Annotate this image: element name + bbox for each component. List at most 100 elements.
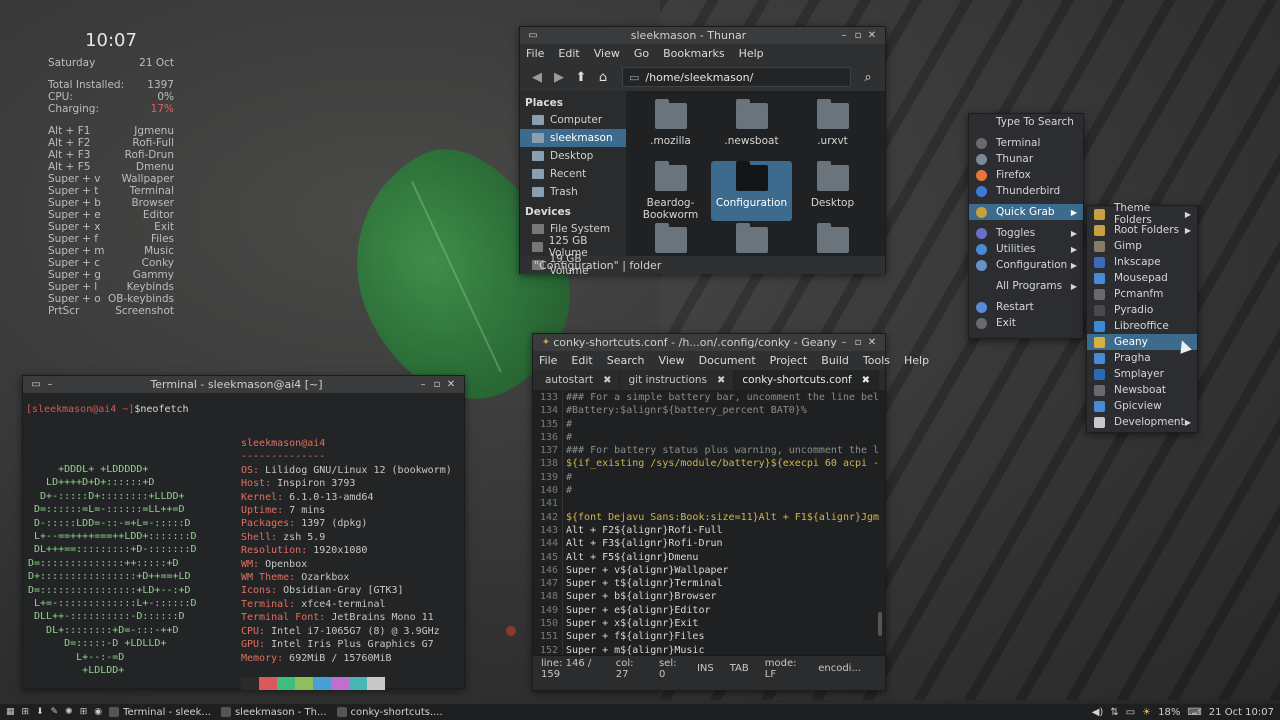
submenu-item-development[interactable]: Development ▶	[1087, 414, 1197, 430]
menu-bookmarks[interactable]: Bookmarks	[663, 47, 724, 60]
menu-help[interactable]: Help	[739, 47, 764, 60]
sidebar-item-trash[interactable]: Trash	[520, 183, 626, 201]
menu-icon[interactable]: ▦	[6, 707, 15, 717]
submenu-item-theme-folders[interactable]: Theme Folders ▶	[1087, 202, 1197, 226]
taskbar-task[interactable]: sleekmason - Th...	[220, 707, 327, 718]
menu-edit[interactable]: Edit	[571, 354, 592, 367]
submenu-item-pyradio[interactable]: Pyradio	[1087, 302, 1197, 318]
submenu-item-gpicview[interactable]: Gpicview	[1087, 398, 1197, 414]
clock[interactable]: 21 Oct 10:07	[1209, 707, 1274, 718]
search-icon[interactable]: ⌕	[857, 70, 879, 85]
download-icon[interactable]: ⬇	[36, 707, 44, 717]
grid-icon[interactable]: ⊞	[22, 707, 30, 717]
menu-view[interactable]: View	[594, 47, 620, 60]
up-icon[interactable]: ⬆	[570, 70, 592, 85]
menu-go[interactable]: Go	[634, 47, 649, 60]
submenu-item-smplayer[interactable]: Smplayer	[1087, 366, 1197, 382]
minimize-icon[interactable]: –	[416, 379, 430, 390]
menu-item-configuration[interactable]: Configuration ▶	[969, 257, 1083, 273]
maximize-icon[interactable]: ▫	[851, 337, 865, 348]
submenu-item-inkscape[interactable]: Inkscape	[1087, 254, 1197, 270]
minimize-icon[interactable]: –	[837, 337, 851, 348]
volume-icon[interactable]: ◀)	[1092, 707, 1104, 718]
file-item[interactable]: Configuration	[711, 161, 792, 221]
keyboard-icon[interactable]: ⌨	[1187, 707, 1201, 718]
close-icon[interactable]: ✖	[862, 375, 870, 386]
network-icon[interactable]: ⇅	[1110, 707, 1118, 718]
menu-item-exit[interactable]: Exit	[969, 315, 1083, 331]
back-icon[interactable]: ◀	[526, 70, 548, 85]
thunar-window[interactable]: ▭ sleekmason - Thunar – ▫ ✕ File Edit View…	[519, 26, 886, 277]
menu-item-toggles[interactable]: Toggles ▶	[969, 225, 1083, 241]
scrollbar[interactable]	[878, 612, 882, 636]
taskbar-task[interactable]: Terminal - sleek...	[109, 707, 211, 718]
submenu-item-root-folders[interactable]: Root Folders ▶	[1087, 222, 1197, 238]
close-icon[interactable]: ✖	[603, 375, 611, 386]
maximize-icon[interactable]: ▫	[430, 379, 444, 390]
menu-item-restart[interactable]: Restart	[969, 299, 1083, 315]
submenu-item-pcmanfm[interactable]: Pcmanfm	[1087, 286, 1197, 302]
geany-titlebar[interactable]: ✦ conky-shortcuts.conf - /h...on/.config…	[533, 334, 885, 351]
menu-item-thunderbird[interactable]: Thunderbird	[969, 183, 1083, 199]
sidebar-item-sleekmason[interactable]: sleekmason	[520, 129, 626, 147]
menu-build[interactable]: Build	[821, 354, 849, 367]
display-icon[interactable]: ▭	[1126, 707, 1135, 718]
sidebar-item-recent[interactable]: Recent	[520, 165, 626, 183]
file-item[interactable]: .newsboat	[711, 99, 792, 159]
maximize-icon[interactable]: ▫	[851, 30, 865, 41]
geany-window[interactable]: ✦ conky-shortcuts.conf - /h...on/.config…	[532, 333, 929, 691]
menu-item-quick-grab[interactable]: Quick Grab ▶	[969, 204, 1083, 220]
tab-autostart[interactable]: autostart ✖	[537, 370, 621, 390]
terminal-window[interactable]: ▭ – Terminal - sleekmason@ai4 [~] – ▫ ✕ …	[22, 375, 465, 690]
menu-item-all-programs[interactable]: All Programs ▶	[969, 278, 1083, 294]
submenu-item-libreoffice[interactable]: Libreoffice	[1087, 318, 1197, 334]
tab-conky-shortcuts-conf[interactable]: conky-shortcuts.conf ✖	[734, 370, 880, 390]
brightness-icon[interactable]: ☀	[1142, 707, 1151, 718]
close-icon[interactable]: ✕	[865, 337, 879, 348]
sidebar-item-computer[interactable]: Computer	[520, 111, 626, 129]
sidebar-item-desktop[interactable]: Desktop	[520, 147, 626, 165]
menu-dash-icon[interactable]: –	[43, 379, 57, 390]
file-item[interactable]	[792, 223, 873, 256]
menu-document[interactable]: Document	[699, 354, 756, 367]
file-item[interactable]	[630, 223, 711, 256]
menu-item-terminal[interactable]: Terminal	[969, 135, 1083, 151]
file-item[interactable]: .mozilla	[630, 99, 711, 159]
menu-search[interactable]: Search	[607, 354, 645, 367]
submenu-item-newsboat[interactable]: Newsboat	[1087, 382, 1197, 398]
minimize-icon[interactable]: –	[837, 30, 851, 41]
submenu-item-mousepad[interactable]: Mousepad	[1087, 270, 1197, 286]
file-item[interactable]: Desktop	[792, 161, 873, 221]
taskbar-task[interactable]: conky-shortcuts....	[336, 707, 443, 718]
menu-help[interactable]: Help	[904, 354, 929, 367]
close-icon[interactable]: ✕	[444, 379, 458, 390]
terminal-titlebar[interactable]: ▭ – Terminal - sleekmason@ai4 [~] – ▫ ✕	[23, 376, 464, 393]
terminal-output[interactable]: [sleekmason@ai4 ~]$neofetch +DDDL+ +LDDD…	[23, 393, 464, 690]
menu-file[interactable]: File	[539, 354, 557, 367]
menu-tools[interactable]: Tools	[863, 354, 890, 367]
file-item[interactable]	[711, 223, 792, 256]
menu-item-thunar[interactable]: Thunar	[969, 151, 1083, 167]
home-icon[interactable]: ⌂	[592, 70, 614, 85]
code-editor[interactable]: 133 134 135 136 137 138 139 140 141 142 143 144 145 1…	[533, 390, 885, 655]
file-item[interactable]: .urxvt	[792, 99, 873, 159]
close-icon[interactable]: ✖	[717, 375, 725, 386]
apps-icon[interactable]: ⊞	[80, 707, 88, 717]
tab-git-instructions[interactable]: git instructions ✖	[620, 370, 735, 390]
menu-project[interactable]: Project	[770, 354, 808, 367]
path-bar[interactable]: ▭ /home/sleekmason/	[622, 67, 851, 87]
submenu-item-gimp[interactable]: Gimp	[1087, 238, 1197, 254]
menu-item-firefox[interactable]: Firefox	[969, 167, 1083, 183]
thunar-titlebar[interactable]: ▭ sleekmason - Thunar – ▫ ✕	[520, 27, 885, 44]
forward-icon[interactable]: ▶	[548, 70, 570, 85]
menu-edit[interactable]: Edit	[558, 47, 579, 60]
menu-item-type-to-search[interactable]: Type To Search	[969, 114, 1083, 130]
menu-item-utilities[interactable]: Utilities ▶	[969, 241, 1083, 257]
tools-icon[interactable]: ✎	[51, 707, 59, 717]
menu-view[interactable]: View	[659, 354, 685, 367]
file-item[interactable]: Beardog-Bookworm	[630, 161, 711, 221]
close-icon[interactable]: ✕	[865, 30, 879, 41]
restart-icon[interactable]: ◉	[94, 707, 102, 717]
menu-file[interactable]: File	[526, 47, 544, 60]
code-area[interactable]: ### For a simple battery bar, uncomment …	[563, 390, 885, 655]
